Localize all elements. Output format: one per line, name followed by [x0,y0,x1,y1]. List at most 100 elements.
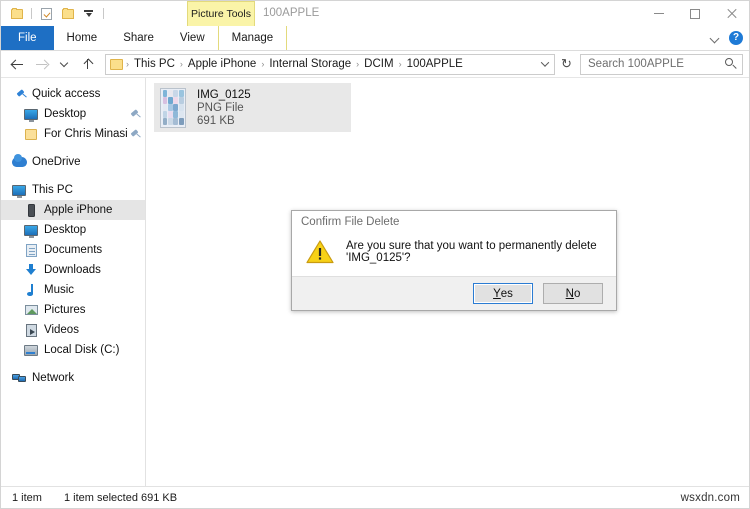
ribbon-tab-bar: File Home Share View Manage ? [1,26,749,51]
contextual-tab-label: Picture Tools [191,8,251,20]
sidebar-item-label: Apple iPhone [44,204,113,216]
file-name: IMG_0125 [197,88,251,101]
music-icon [23,282,39,298]
folder-icon[interactable] [8,5,25,22]
warning-icon [306,239,334,264]
maximize-button[interactable] [677,1,713,26]
sidebar-item-label: Desktop [44,108,87,120]
sidebar-item-label: Pictures [44,304,86,316]
file-list-pane[interactable]: IMG_0125 PNG File 691 KB Confirm File De… [146,78,749,486]
sidebar-item-apple-iphone[interactable]: Apple iPhone [1,200,145,220]
up-arrow-icon [82,58,94,70]
pin-icon [11,86,27,102]
address-field[interactable]: › This PC › Apple iPhone › Internal Stor… [105,53,555,75]
sidebar-item-desktop-quick[interactable]: Desktop [1,104,145,124]
back-button[interactable] [7,53,30,76]
sidebar-item-label: Music [44,284,75,296]
forward-button[interactable] [30,53,53,76]
status-item-count: 1 item [12,491,42,504]
sidebar-item-this-pc[interactable]: This PC [1,180,145,200]
minimize-button[interactable] [641,1,677,26]
refresh-button[interactable]: ↻ [556,54,577,75]
address-dropdown-icon[interactable] [538,55,552,74]
window-title: 100APPLE [263,7,320,19]
sidebar-item-pictures[interactable]: Pictures [1,300,145,320]
sidebar-item-label: Videos [44,324,79,336]
tab-share[interactable]: Share [110,26,167,50]
address-bar: › This PC › Apple iPhone › Internal Stor… [1,51,749,77]
sidebar-item-music[interactable]: Music [1,280,145,300]
pictures-icon [23,302,39,318]
tab-view[interactable]: View [167,26,218,50]
address-folder-icon [110,58,123,70]
forward-arrow-icon [35,59,48,70]
window-controls [641,1,749,26]
yes-button[interactable]: Yes [473,283,533,304]
file-metadata: IMG_0125 PNG File 691 KB [197,89,251,127]
breadcrumb-internal-storage[interactable]: Internal Storage [265,58,355,70]
status-bar: 1 item 1 item selected 691 KB wsxdn.com [1,486,749,508]
dialog-title: Confirm File Delete [292,211,616,233]
sidebar-item-label: Downloads [44,264,101,276]
sidebar-item-quick-access[interactable]: Quick access [1,84,145,104]
search-icon [725,58,737,70]
sidebar-item-label: Documents [44,244,103,256]
maximize-icon [690,8,700,19]
tab-home[interactable]: Home [54,26,111,50]
monitor-icon [23,106,39,122]
pin-icon[interactable] [130,109,141,120]
recent-locations-button[interactable] [53,53,76,76]
sidebar-item-label: Local Disk (C:) [44,344,120,356]
quick-access-toolbar [1,5,106,22]
dialog-body: Are you sure that you want to permanentl… [292,233,616,277]
breadcrumb-apple-iphone[interactable]: Apple iPhone [184,58,260,70]
dialog-message: Are you sure that you want to permanentl… [346,239,597,264]
properties-icon[interactable] [38,5,55,22]
list-item[interactable]: IMG_0125 PNG File 691 KB [154,83,351,132]
documents-icon [23,242,39,258]
videos-icon [23,322,39,338]
new-folder-icon[interactable] [59,5,76,22]
dialog-buttons: Yes No [292,277,616,310]
network-icon [11,370,27,386]
breadcrumb: › This PC › Apple iPhone › Internal Stor… [125,58,538,70]
close-icon [726,8,737,19]
status-selection: 1 item selected 691 KB [63,491,178,504]
customize-quick-access-icon[interactable] [80,5,97,22]
no-button[interactable]: No [543,283,603,304]
cloud-icon [11,154,27,170]
close-button[interactable] [713,1,749,26]
sidebar-item-documents[interactable]: Documents [1,240,145,260]
tab-manage[interactable]: Manage [217,26,288,50]
chevron-down-icon[interactable] [711,34,720,43]
breadcrumb-100apple[interactable]: 100APPLE [403,58,467,70]
search-placeholder: Search 100APPLE [588,58,684,70]
up-button[interactable] [76,53,99,76]
sidebar-item-downloads[interactable]: Downloads [1,260,145,280]
sidebar-item-onedrive[interactable]: OneDrive [1,152,145,172]
downloads-icon [23,262,39,278]
sidebar-item-network[interactable]: Network [1,368,145,388]
help-icon[interactable]: ? [729,31,743,45]
minimize-icon [654,13,664,14]
ribbon-right-controls: ? [711,26,743,50]
pin-icon[interactable] [130,129,141,140]
sidebar-item-local-disk-c[interactable]: Local Disk (C:) [1,340,145,360]
toolbar-divider [31,8,32,19]
sidebar-item-for-chris-minasi[interactable]: For Chris Minasi [1,124,145,144]
sidebar-item-label: Quick access [32,88,101,100]
search-input[interactable]: Search 100APPLE [580,53,743,75]
sidebar-item-videos[interactable]: Videos [1,320,145,340]
tab-file[interactable]: File [1,26,54,50]
file-explorer-window: Picture Tools 100APPLE File Home Share V… [0,0,750,509]
file-size: 691 KB [197,114,235,127]
sidebar-item-desktop[interactable]: Desktop [1,220,145,240]
sidebar-item-label: Desktop [44,224,87,236]
breadcrumb-this-pc[interactable]: This PC [130,58,179,70]
title-bar: Picture Tools 100APPLE [1,1,749,26]
breadcrumb-dcim[interactable]: DCIM [360,58,397,70]
sidebar-item-label: OneDrive [32,156,81,168]
file-type: PNG File [197,101,244,114]
